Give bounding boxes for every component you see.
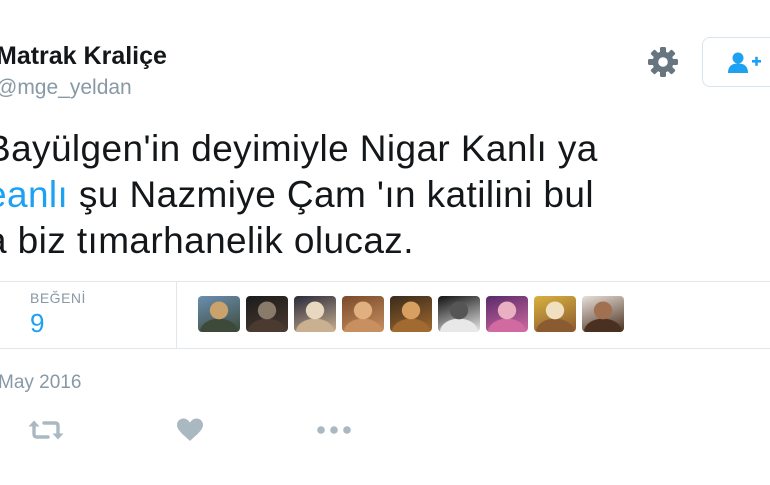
avatar-7[interactable] (486, 296, 528, 332)
follow-user-icon (728, 52, 761, 73)
tweet-link[interactable]: eanlı (0, 174, 68, 215)
divider-bottom (0, 348, 770, 349)
likes-label[interactable]: BEĞENİ (30, 290, 86, 306)
retweet-icon (28, 420, 64, 440)
avatar-6[interactable] (438, 296, 480, 332)
avatar-2[interactable] (246, 296, 288, 332)
heart-icon (177, 418, 203, 441)
tweet-line-1: Bayülgen'in deyimiyle Nigar Kanlı ya (0, 128, 598, 169)
like-button[interactable] (170, 414, 210, 446)
retweet-button[interactable] (26, 414, 66, 446)
avatar-8[interactable] (534, 296, 576, 332)
user-handle[interactable]: @mge_yeldan (0, 76, 132, 100)
tweet-text: Bayülgen'in deyimiyle Nigar Kanlı ya ean… (0, 126, 770, 264)
avatar-1[interactable] (198, 296, 240, 332)
avatar-3[interactable] (294, 296, 336, 332)
follow-button[interactable] (702, 37, 770, 87)
tweet-line-3: a biz tımarhanelik olucaz. (0, 220, 414, 261)
liker-avatars (198, 296, 624, 332)
avatar-5[interactable] (390, 296, 432, 332)
gear-icon[interactable] (644, 43, 682, 81)
avatar-9[interactable] (582, 296, 624, 332)
tweet-date[interactable]: May 2016 (0, 372, 81, 394)
tweet-line-2-text: şu Nazmiye Çam 'ın katilini bul (68, 174, 594, 215)
tweet-line-2: eanlı şu Nazmiye Çam 'ın katilini bul (0, 172, 770, 218)
divider-top (0, 281, 770, 282)
display-name[interactable]: Matrak Kraliçe (0, 42, 167, 71)
avatar-4[interactable] (342, 296, 384, 332)
stats-separator (176, 282, 177, 348)
tweet-card: Matrak Kraliçe @mge_yeldan Bayülgen'in d… (0, 0, 770, 485)
likes-count[interactable]: 9 (30, 308, 44, 339)
more-icon (317, 426, 351, 434)
more-button[interactable] (314, 414, 354, 446)
